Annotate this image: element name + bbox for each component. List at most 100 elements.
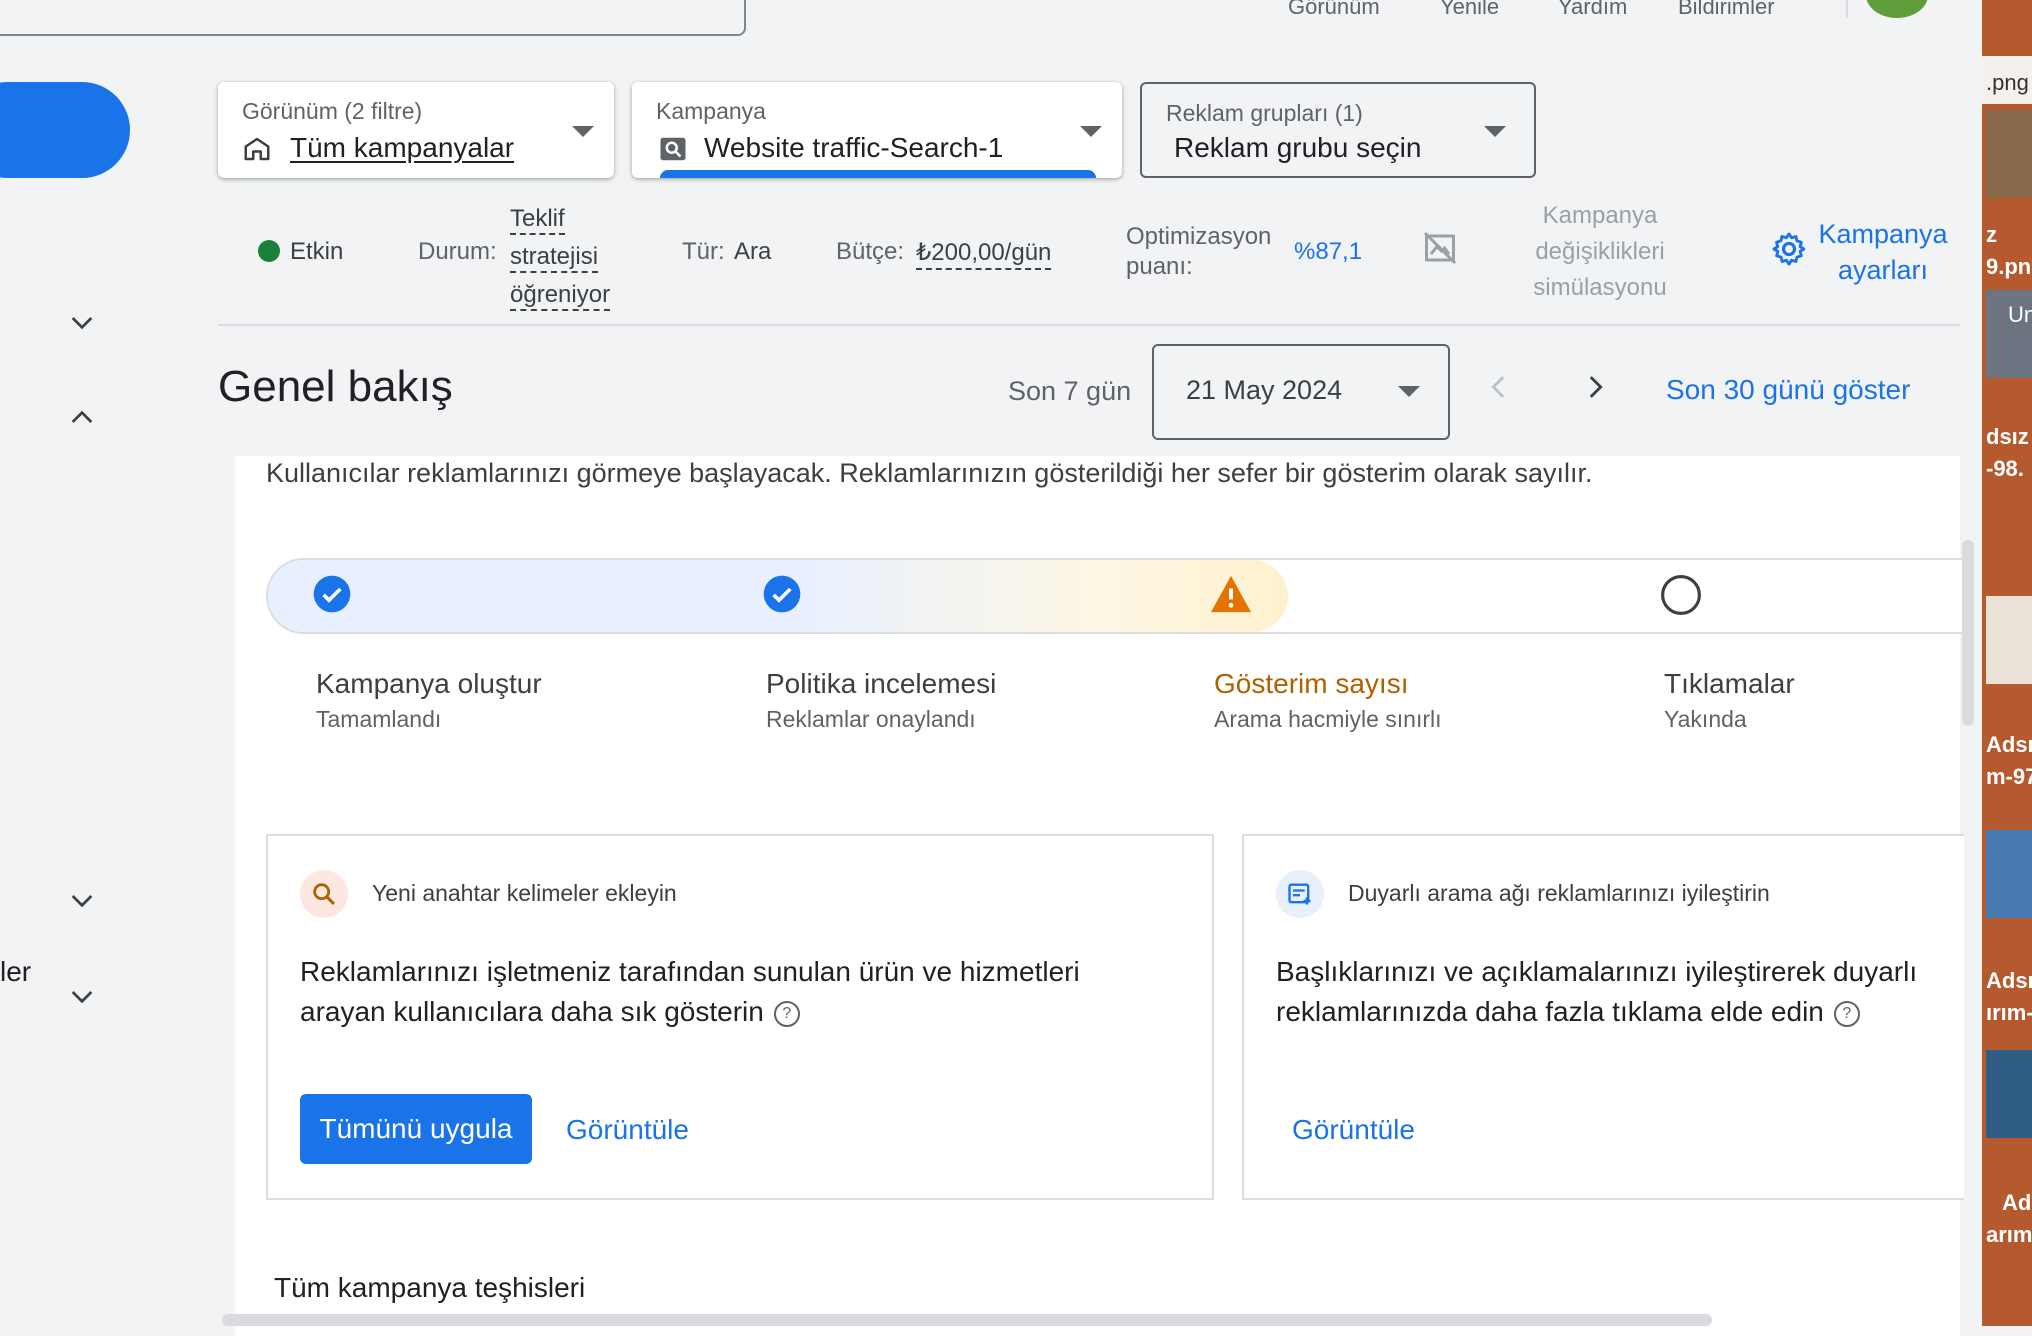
- suggestion-text-line-1: Başlıklarınızı ve açıklamalarınızı iyile…: [1276, 956, 1918, 987]
- intro-text: Kullanıcılar reklamlarınızı görmeye başl…: [266, 458, 1593, 488]
- horizontal-scrollbar[interactable]: [222, 1314, 1712, 1326]
- status-dot-icon: [258, 240, 280, 262]
- desktop-thumbnail[interactable]: [1986, 1050, 2032, 1138]
- simulation-line-1: Kampanya: [1542, 202, 1658, 229]
- budget-value[interactable]: ₺200,00/gün: [916, 238, 1052, 270]
- pending-circle-icon: [1661, 575, 1701, 615]
- durum-value[interactable]: Teklif stratejisi öğreniyor: [510, 200, 611, 314]
- optimization-score[interactable]: %87,1: [1294, 238, 1362, 266]
- dropdown-caret-icon: [1080, 126, 1102, 137]
- search-box[interactable]: [0, 0, 746, 36]
- apply-all-button[interactable]: Tümünü uygula: [300, 1094, 532, 1164]
- avatar[interactable]: [1866, 0, 1928, 18]
- warning-icon: [1211, 575, 1251, 613]
- step-subtitle: Reklamlar onaylandı: [766, 706, 976, 732]
- view-selector-label: Görünüm (2 filtre): [242, 98, 423, 124]
- view-link[interactable]: Görüntüle: [1292, 1114, 1415, 1146]
- desktop-file-label[interactable]: m-97: [1986, 764, 2032, 790]
- vertical-scrollbar[interactable]: [1962, 540, 1974, 726]
- chevron-up-icon[interactable]: [66, 402, 98, 434]
- show-30-days-link[interactable]: Son 30 günü göster: [1666, 374, 1910, 406]
- topnav-appearance[interactable]: Görünüm: [1288, 0, 1380, 20]
- desktop-file-label[interactable]: Ad: [2002, 1190, 2031, 1216]
- store-icon: [244, 137, 270, 161]
- campaign-settings-link[interactable]: Kampanya ayarları: [1808, 216, 1958, 288]
- chevron-down-icon[interactable]: [66, 980, 98, 1012]
- suggestion-kicker: Yeni anahtar kelimeler ekleyin: [372, 880, 677, 906]
- date-range-label: Son 7 gün: [1008, 376, 1132, 406]
- suggestion-text-line-2: reklamlarınızda daha fazla tıklama elde …: [1276, 996, 1824, 1027]
- divider: [218, 324, 1960, 326]
- simulation-disabled-icon: [1423, 231, 1457, 265]
- step-title: Tıklamalar: [1664, 668, 1795, 699]
- suggestion-card-responsive-ads: Duyarlı arama ağı reklamlarınızı iyileşt…: [1242, 834, 1964, 1200]
- desktop-file-label[interactable]: dsız: [1986, 424, 2029, 450]
- topnav-notifications[interactable]: Bildirimler: [1678, 0, 1775, 20]
- chevron-right-icon[interactable]: [1578, 370, 1612, 404]
- desktop-file-label[interactable]: -98.: [1986, 456, 2024, 482]
- campaign-state: Etkin: [290, 238, 344, 265]
- suggestion-text: Reklamlarınızı işletmeniz tarafından sun…: [300, 952, 1200, 1032]
- chevron-down-icon[interactable]: [66, 884, 98, 916]
- opt-label-line-2: puanı:: [1126, 253, 1193, 280]
- durum-label: Durum:: [418, 238, 497, 265]
- adgroup-selector-value: Reklam grubu seçin: [1174, 132, 1422, 163]
- suggestion-text-line-2: arayan kullanıcılara daha sık gösterin: [300, 996, 764, 1027]
- desktop-file-label[interactable]: arım: [1986, 1222, 2032, 1248]
- desktop-thumbnail[interactable]: [1986, 596, 2032, 684]
- ad-edit-icon: [1288, 883, 1311, 905]
- step-subtitle: Yakında: [1664, 706, 1747, 732]
- help-icon[interactable]: ?: [773, 1001, 800, 1027]
- desktop-file-label[interactable]: z: [1986, 222, 1997, 248]
- help-icon[interactable]: ?: [1833, 1001, 1860, 1027]
- view-selector-value: Tüm kampanyalar: [290, 132, 515, 163]
- durum-line-3: öğreniyor: [510, 281, 611, 311]
- check-circle-icon: [763, 575, 801, 613]
- desktop-file-label[interactable]: .png: [1986, 70, 2029, 96]
- simulation-line-3: simülasyonu: [1533, 274, 1667, 301]
- gear-icon[interactable]: [1770, 230, 1808, 268]
- type-label: Tür:: [682, 238, 725, 265]
- adgroup-selector[interactable]: Reklam grupları (1) Reklam grubu seçin: [1140, 82, 1536, 178]
- dropdown-caret-icon: [1398, 386, 1420, 397]
- optimization-label: Optimizasyon puanı:: [1126, 222, 1271, 282]
- progress-track: [266, 558, 1962, 634]
- campaign-selector-value: Website traffic-Search-1: [704, 132, 1004, 163]
- suggestion-icon-bg: [1276, 870, 1324, 918]
- view-selector[interactable]: Görünüm (2 filtre) Tüm kampanyalar: [218, 82, 614, 178]
- step-title: Politika incelemesi: [766, 668, 997, 699]
- search-icon: [313, 883, 335, 905]
- campaign-selector-label: Kampanya: [656, 98, 766, 124]
- dropdown-caret-icon: [572, 126, 594, 137]
- step-title: Gösterim sayısı: [1214, 668, 1409, 699]
- desktop-file-label[interactable]: Un: [2008, 302, 2032, 328]
- desktop-file-label[interactable]: ırım-9: [1986, 1000, 2032, 1026]
- date-picker[interactable]: 21 May 2024: [1152, 344, 1450, 440]
- adgroup-selector-label: Reklam grupları (1): [1166, 100, 1363, 126]
- chevron-down-icon[interactable]: [66, 306, 98, 338]
- settings-line-2: ayarları: [1837, 255, 1929, 285]
- settings-line-1: Kampanya: [1818, 219, 1948, 249]
- durum-line-2: stratejisi: [510, 243, 599, 273]
- check-circle-icon: [313, 575, 351, 613]
- desktop-file-label[interactable]: Adsı: [1986, 968, 2032, 994]
- simulation-line-2: değişiklikleri: [1535, 238, 1665, 265]
- chevron-left-icon[interactable]: [1482, 370, 1516, 404]
- campaign-selector[interactable]: Kampanya Website traffic-Search-1: [632, 82, 1122, 178]
- topnav-refresh[interactable]: Yenile: [1440, 0, 1499, 20]
- desktop-thumbnail[interactable]: [1986, 830, 2032, 918]
- create-button[interactable]: [0, 82, 130, 178]
- suggestion-kicker: Duyarlı arama ağı reklamlarınızı iyileşt…: [1348, 880, 1770, 906]
- view-link[interactable]: Görüntüle: [566, 1114, 689, 1146]
- dropdown-caret-icon: [1484, 126, 1506, 137]
- step-subtitle: Arama hacmiyle sınırlı: [1214, 706, 1442, 732]
- left-nav-label[interactable]: ler: [0, 956, 31, 988]
- campaign-simulation: Kampanya değişiklikleri simülasyonu: [1500, 198, 1700, 306]
- opt-label-line-1: Optimizasyon: [1126, 223, 1272, 250]
- desktop-file-label[interactable]: 9.pn: [1986, 254, 2031, 280]
- topnav-help[interactable]: Yardım: [1558, 0, 1627, 20]
- desktop-file-label[interactable]: Adsız: [1986, 732, 2032, 758]
- desktop-thumbnail[interactable]: [1986, 110, 2032, 198]
- suggestion-text-line-1: Reklamlarınızı işletmeniz tarafından sun…: [300, 956, 1080, 987]
- desktop-background: .png z 9.pn Un dsız -98. Adsız m-97 Adsı…: [1982, 0, 2032, 1326]
